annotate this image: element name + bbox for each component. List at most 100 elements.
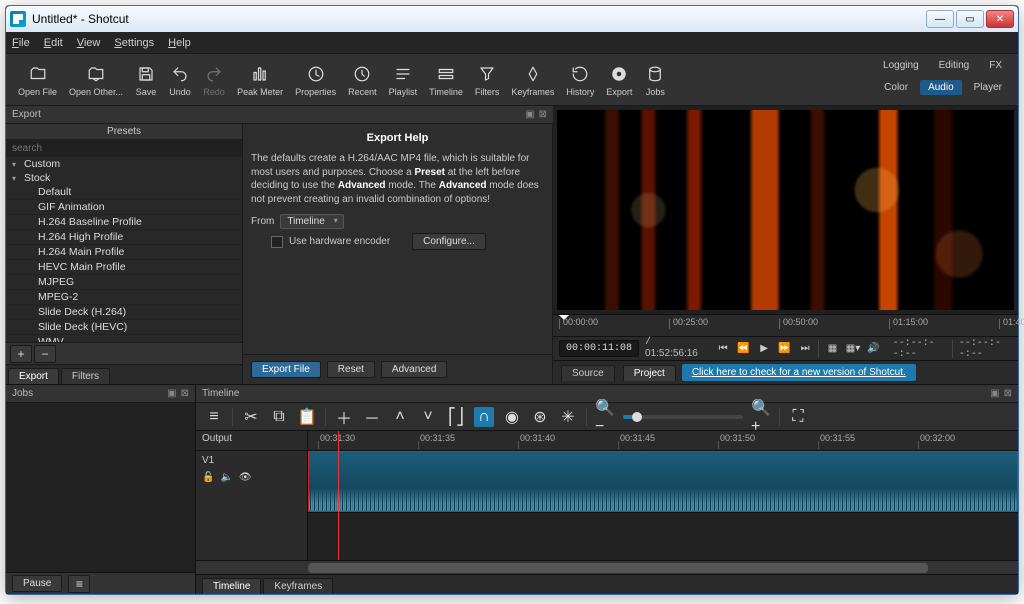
toolbar-undo[interactable]: Undo <box>163 61 197 99</box>
tab-export[interactable]: Export <box>8 368 59 384</box>
preset-item[interactable]: H.264 Baseline Profile <box>6 215 242 230</box>
preset-item[interactable]: HEVC Main Profile <box>6 260 242 275</box>
toolbar-export[interactable]: Export <box>600 61 638 99</box>
hw-encoder-checkbox[interactable] <box>271 236 283 248</box>
reset-button[interactable]: Reset <box>327 361 375 378</box>
from-select[interactable]: Timeline <box>280 214 343 229</box>
toolbar-open-other[interactable]: Open Other... <box>63 61 129 99</box>
timeline-close-icon[interactable]: ⊠ <box>1004 388 1012 399</box>
toolbar-playlist[interactable]: Playlist <box>383 61 424 99</box>
scrub-icon[interactable]: ◉ <box>502 407 522 427</box>
zoom-fit-icon[interactable]: ▦ <box>825 341 840 357</box>
zoom-fit-timeline-icon[interactable]: ⛶ <box>788 407 808 427</box>
ripple-icon[interactable]: ⊛ <box>530 407 550 427</box>
tab-source[interactable]: Source <box>561 365 615 381</box>
snap-icon[interactable]: ∩ <box>474 407 494 427</box>
playhead-line[interactable] <box>338 431 339 560</box>
toolbar-open-file[interactable]: Open File <box>12 61 63 99</box>
video-preview[interactable] <box>557 110 1014 310</box>
rewind-icon[interactable]: ⏪ <box>736 341 751 357</box>
video-clip[interactable] <box>308 451 1018 512</box>
menu-help[interactable]: Help <box>168 37 191 49</box>
play-icon[interactable]: ▶ <box>757 341 772 357</box>
grid-icon[interactable]: ▦▾ <box>846 341 861 357</box>
tab-project[interactable]: Project <box>623 365 676 381</box>
volume-icon[interactable]: 🔊 <box>866 341 881 357</box>
toolbar-timeline[interactable]: Timeline <box>423 61 469 99</box>
track-v1[interactable]: V1 🔓 🔈 👁 <box>196 451 307 560</box>
tab-timeline[interactable]: Timeline <box>202 578 261 594</box>
mode-logging[interactable]: Logging <box>875 58 927 73</box>
advanced-button[interactable]: Advanced <box>381 361 447 378</box>
remove-icon[interactable]: － <box>362 407 382 427</box>
minimize-button[interactable]: — <box>926 10 954 28</box>
jobs-menu-icon[interactable]: ≡ <box>68 575 90 593</box>
preview-time-ruler[interactable]: 00:00:0000:25:0000:50:0001:15:0001:40:00 <box>553 314 1018 336</box>
panel-float-icon[interactable]: ▣ <box>525 109 534 120</box>
cut-icon[interactable]: ✂ <box>241 407 261 427</box>
zoom-out-icon[interactable]: 🔍− <box>595 407 615 427</box>
mode-editing[interactable]: Editing <box>931 58 978 73</box>
preset-item[interactable]: Slide Deck (H.264) <box>6 305 242 320</box>
close-button[interactable]: ✕ <box>986 10 1014 28</box>
skip-start-icon[interactable]: ⏮ <box>716 341 731 357</box>
preset-item[interactable]: WMV <box>6 335 242 342</box>
tab-filters[interactable]: Filters <box>61 368 110 384</box>
toolbar-recent[interactable]: Recent <box>342 61 383 99</box>
window-titlebar[interactable]: Untitled* - Shotcut — ▭ ✕ <box>6 6 1018 32</box>
timeline-track-v1-lane[interactable] <box>308 451 1018 513</box>
preset-item[interactable]: H.264 High Profile <box>6 230 242 245</box>
jobs-close-icon[interactable]: ⊠ <box>181 388 189 399</box>
mode-player[interactable]: Player <box>966 80 1010 95</box>
menu-settings[interactable]: Settings <box>114 37 154 49</box>
timecode-current[interactable]: 00:00:11:08 <box>559 340 639 357</box>
update-check-link[interactable]: Click here to check for a new version of… <box>682 364 916 381</box>
ripple-all-icon[interactable]: ✳ <box>558 407 578 427</box>
menu-view[interactable]: View <box>77 37 101 49</box>
toolbar-filters[interactable]: Filters <box>469 61 506 99</box>
preset-item[interactable]: MPEG-2 <box>6 290 242 305</box>
toolbar-redo[interactable]: Redo <box>197 61 231 99</box>
configure-button[interactable]: Configure... <box>412 233 486 250</box>
mode-fx[interactable]: FX <box>981 58 1010 73</box>
timeline-float-icon[interactable]: ▣ <box>990 388 999 399</box>
overwrite-icon[interactable]: ˅ <box>418 407 438 427</box>
timeline-scrollbar[interactable] <box>196 560 1018 574</box>
remove-preset-button[interactable]: − <box>34 345 56 363</box>
append-icon[interactable]: ＋ <box>334 407 354 427</box>
preset-item[interactable]: Default <box>6 185 242 200</box>
preset-item[interactable]: Slide Deck (HEVC) <box>6 320 242 335</box>
mute-icon[interactable]: 🔈 <box>220 472 232 483</box>
toolbar-keyframes[interactable]: Keyframes <box>505 61 560 99</box>
menu-edit[interactable]: Edit <box>44 37 63 49</box>
toolbar-jobs[interactable]: Jobs <box>638 61 672 99</box>
toolbar-properties[interactable]: Properties <box>289 61 342 99</box>
preset-search-input[interactable] <box>6 139 242 157</box>
maximize-button[interactable]: ▭ <box>956 10 984 28</box>
menu-file[interactable]: File <box>12 37 30 49</box>
lock-icon[interactable]: 🔓 <box>202 472 214 483</box>
skip-end-icon[interactable]: ⏭ <box>798 341 813 357</box>
preset-tree[interactable]: CustomStockDefaultGIF AnimationH.264 Bas… <box>6 157 242 342</box>
toolbar-save[interactable]: Save <box>129 61 163 99</box>
preset-group-stock[interactable]: Stock <box>6 171 242 185</box>
mode-audio[interactable]: Audio <box>920 80 962 95</box>
tab-keyframes[interactable]: Keyframes <box>263 578 333 594</box>
preset-group-custom[interactable]: Custom <box>6 157 242 171</box>
preset-item[interactable]: H.264 Main Profile <box>6 245 242 260</box>
timeline-menu-icon[interactable]: ≡ <box>204 407 224 427</box>
lift-icon[interactable]: ˄ <box>390 407 410 427</box>
hide-icon[interactable]: 👁 <box>239 472 252 483</box>
mode-color[interactable]: Color <box>876 80 916 95</box>
timeline-tracks[interactable]: 00:31:3000:31:3500:31:4000:31:4500:31:50… <box>308 431 1018 560</box>
export-file-button[interactable]: Export File <box>251 361 321 378</box>
toolbar-peak-meter[interactable]: Peak Meter <box>231 61 289 99</box>
preset-item[interactable]: GIF Animation <box>6 200 242 215</box>
toolbar-history[interactable]: History <box>560 61 600 99</box>
zoom-in-icon[interactable]: 🔍+ <box>751 407 771 427</box>
paste-icon[interactable]: 📋 <box>297 407 317 427</box>
preset-item[interactable]: MJPEG <box>6 275 242 290</box>
copy-icon[interactable]: ⧉ <box>269 407 289 427</box>
add-preset-button[interactable]: + <box>10 345 32 363</box>
panel-close-icon[interactable]: ⊠ <box>539 109 547 120</box>
